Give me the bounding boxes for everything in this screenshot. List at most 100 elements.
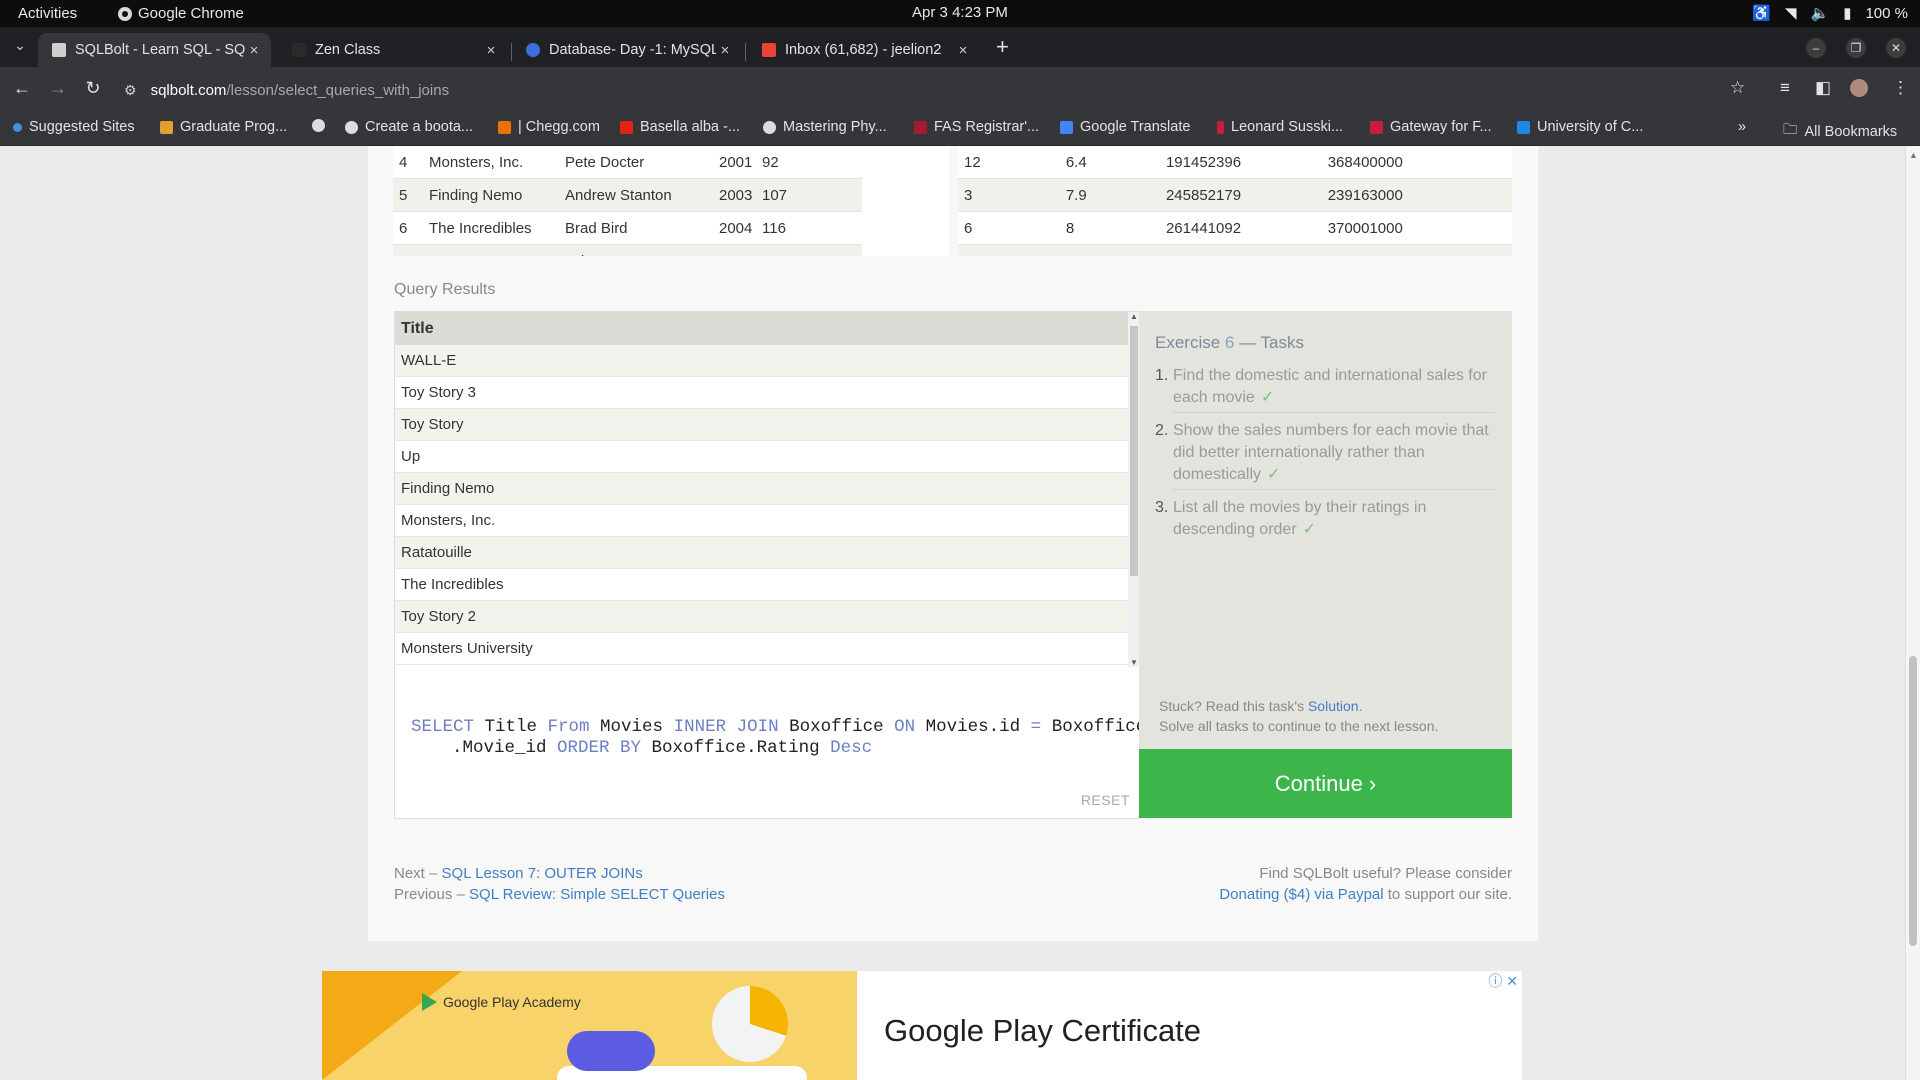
bookmark-star-icon[interactable]: ☆ — [1730, 78, 1745, 98]
page-scrollbar[interactable]: ▲ — [1905, 146, 1920, 1080]
results-scroll-thumb[interactable] — [1130, 326, 1138, 576]
media-controls-icon[interactable]: ≡ — [1780, 78, 1790, 98]
result-row: The Incredibles — [395, 569, 1128, 601]
bookmark-suggested-sites[interactable]: Suggested Sites — [13, 119, 135, 135]
sql-token: Movies.id — [915, 717, 1031, 737]
solution-link[interactable]: Solution — [1308, 698, 1359, 714]
tab-separator — [745, 43, 746, 61]
result-row: Monsters, Inc. — [395, 505, 1128, 537]
address-bar[interactable]: ⚙ sqlbolt.com /lesson/select_queries_wit… — [124, 77, 449, 103]
bookmark-gateway[interactable]: Gateway for F... — [1370, 119, 1492, 135]
table-row: 6 8 261441092 370001000 — [958, 211, 1512, 245]
close-tab-icon[interactable]: × — [482, 42, 500, 59]
bookmark-fas-registrar[interactable]: FAS Registrar'... — [914, 119, 1039, 135]
google-play-icon — [422, 993, 437, 1011]
sql-keyword: ORDER BY — [557, 738, 642, 758]
bookmark-graduate-prog[interactable]: Graduate Prog... — [160, 119, 287, 135]
table-cell: 107 — [756, 178, 862, 212]
task-item: 2. Show the sales numbers for each movie… — [1155, 420, 1495, 486]
sql-code[interactable]: SELECT Title From Movies INNER JOIN Boxo… — [411, 717, 1146, 759]
all-bookmarks-button[interactable]: 🗀 All Bookmarks — [1783, 119, 1897, 144]
folder-icon: 🗀 — [1783, 122, 1798, 138]
table-cell: 6 — [393, 211, 423, 245]
scroll-down-icon[interactable]: ▼ — [1130, 658, 1138, 667]
table-row: 4 Monsters, Inc. Pete Docter 2001 92 — [393, 146, 862, 179]
sql-token: Title — [474, 717, 548, 737]
page-scroll-thumb[interactable] — [1909, 656, 1917, 946]
bookmark-globe[interactable] — [312, 119, 332, 132]
close-window-icon[interactable]: ✕ — [1886, 38, 1906, 58]
scroll-up-icon[interactable]: ▲ — [1909, 150, 1918, 160]
site-info-icon[interactable]: ⚙ — [124, 82, 137, 99]
zoom-favicon — [526, 43, 540, 57]
graduate-favicon — [160, 120, 173, 134]
bookmark-label: FAS Registrar'... — [934, 119, 1040, 135]
scroll-up-icon[interactable]: ▲ — [1130, 312, 1138, 321]
lesson-nav: Next – SQL Lesson 7: OUTER JOINs Previou… — [394, 863, 725, 905]
bookmark-google-translate[interactable]: Google Translate — [1060, 119, 1190, 135]
tab-gmail-inbox[interactable]: Inbox (61,682) - jeelion2 × — [748, 33, 980, 67]
system-tray[interactable]: ♿ ◥ 🔈 ▮ 100 % — [1752, 4, 1908, 23]
sql-keyword: From — [547, 717, 590, 737]
tab-sqlbolt[interactable]: SQLBolt - Learn SQL - SQ × — [38, 33, 271, 67]
table-cell: Monsters, Inc. — [423, 146, 559, 179]
code-line: SELECT Title From Movies INNER JOIN Boxo… — [411, 717, 1146, 738]
forward-arrow-icon[interactable]: → — [47, 78, 69, 99]
bookmark-create-bootable[interactable]: Create a boota... — [345, 119, 473, 135]
bookmark-basella-alba[interactable]: Basella alba -... — [620, 119, 740, 135]
task-text: List all the movies by their ratings in … — [1173, 499, 1427, 538]
previous-lesson-link[interactable]: SQL Review: Simple SELECT Queries — [469, 886, 725, 903]
tab-search-icon[interactable]: ⌄ — [10, 37, 30, 57]
task-item: 3. List all the movies by their ratings … — [1155, 497, 1495, 541]
system-top-bar: Activities Google Chrome Apr 3 4:23 PM ♿… — [0, 0, 1920, 27]
youtube-favicon — [620, 120, 633, 134]
restore-icon[interactable]: ❐ — [1846, 38, 1866, 58]
next-lesson-link[interactable]: SQL Lesson 7: OUTER JOINs — [442, 865, 643, 882]
close-tab-icon[interactable]: × — [716, 42, 734, 59]
sql-keyword: INNER JOIN — [673, 717, 779, 737]
close-tab-icon[interactable]: × — [954, 42, 972, 59]
table-cell: Brad Bird — [559, 211, 713, 245]
tab-zen-class[interactable]: Zen Class × — [278, 33, 508, 67]
tab-title: SQLBolt - Learn SQL - SQ — [75, 42, 245, 58]
result-row: Monsters University — [395, 633, 1128, 665]
ad-brand-label: Google Play Academy — [443, 994, 581, 1010]
advertisement-banner[interactable]: Google Play Academy Google Play Certific… — [322, 971, 1522, 1080]
table-cell: 206880184 — [1159, 244, 1322, 256]
sql-editor[interactable]: SELECT Title From Movies INNER JOIN Boxo… — [394, 667, 1146, 819]
tab-title: Inbox (61,682) - jeelion2 — [785, 42, 942, 58]
divider — [1173, 412, 1495, 413]
table-cell: Finding Nemo — [423, 178, 559, 212]
back-arrow-icon[interactable]: ← — [11, 78, 33, 99]
continue-button[interactable]: Continue › — [1139, 749, 1512, 818]
sql-keyword: ON — [894, 717, 916, 737]
divider — [1173, 489, 1495, 490]
bookmark-university[interactable]: University of C... — [1517, 119, 1643, 135]
bookmarks-overflow-button[interactable]: » — [1738, 119, 1746, 135]
tab-database-day1[interactable]: Database- Day -1: MySQL × — [512, 33, 742, 67]
ad-choices-icon[interactable]: ⓘ ✕ — [1488, 971, 1518, 991]
new-tab-button[interactable]: + — [996, 36, 1009, 58]
wifi-icon: ◥ — [1784, 5, 1797, 22]
task-number: 1. — [1155, 367, 1169, 384]
stuck-suffix: . — [1358, 698, 1363, 714]
bookmark-chegg[interactable]: | Chegg.com — [498, 119, 600, 135]
close-tab-icon[interactable]: × — [245, 42, 263, 59]
reset-button[interactable]: RESET — [1081, 792, 1130, 808]
bookmark-mastering-physics[interactable]: Mastering Phy... — [763, 119, 887, 135]
stuck-text: Stuck? Read this task's — [1159, 698, 1308, 714]
reload-icon[interactable]: ↻ — [82, 78, 104, 99]
chrome-menu-icon[interactable]: ⋮ — [1892, 78, 1909, 98]
bookmark-leonard-susskind[interactable]: Leonard Susski... — [1217, 119, 1343, 135]
page-viewport: 4 Monsters, Inc. Pete Docter 2001 92 5 Finding… — [0, 146, 1920, 1080]
profile-avatar[interactable] — [1850, 79, 1868, 97]
clock[interactable]: Apr 3 4:23 PM — [0, 4, 1920, 21]
donate-link[interactable]: Donating ($4) via Paypal — [1219, 886, 1383, 903]
exercise-number: 6 — [1224, 333, 1235, 352]
check-icon: ✓ — [1267, 466, 1281, 483]
donate-note: Find SQLBolt useful? Please consider Don… — [1219, 863, 1512, 905]
url-host: sqlbolt.com — [150, 81, 227, 99]
table-cell: 12 — [958, 146, 1060, 179]
side-panel-icon[interactable]: ◧ — [1815, 78, 1831, 98]
minimize-icon[interactable]: – — [1806, 38, 1826, 58]
